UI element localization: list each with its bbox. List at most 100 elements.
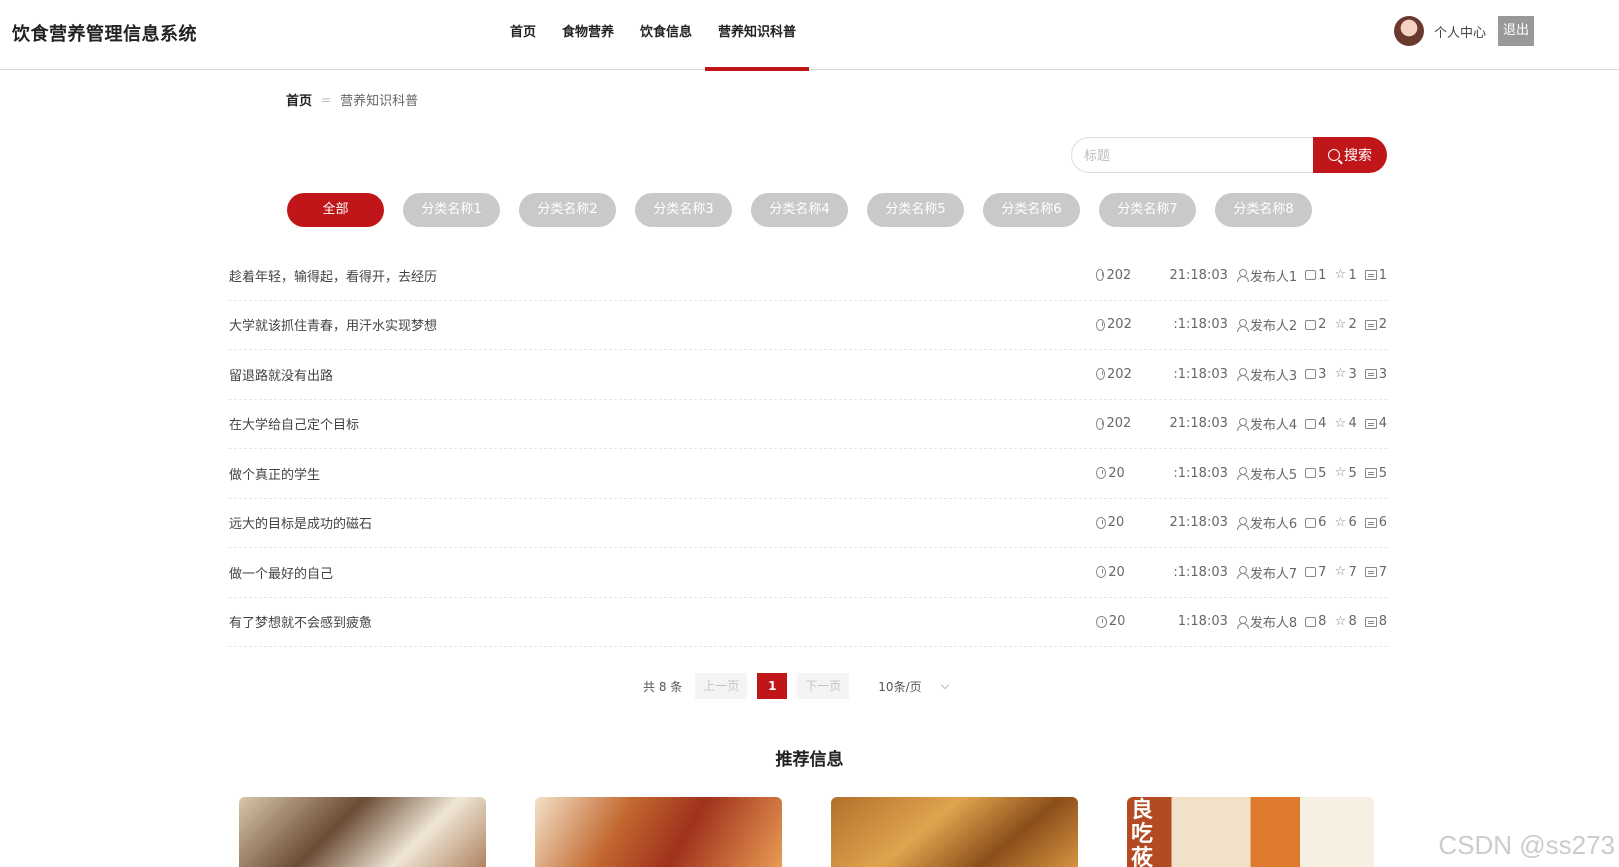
category-6[interactable]: 分类名称6: [983, 193, 1080, 227]
list-item[interactable]: 有了梦想就不会感到疲惫 20 1:18:03 发布人8 8 ☆ 8 8: [229, 598, 1387, 647]
comments: 4: [1364, 416, 1387, 431]
user-icon: [1236, 417, 1249, 431]
list-item[interactable]: 大学就该抓住青春，用汗水实现梦想 202:1:18:03 发布人2 2 ☆ 2 …: [229, 301, 1387, 350]
watermark: CSDN @ss273: [1438, 830, 1615, 860]
star-icon: ☆: [1334, 514, 1347, 530]
author: 发布人7: [1236, 563, 1297, 582]
article-title[interactable]: 大学就该抓住青春，用汗水实现梦想: [229, 315, 437, 334]
likes-count: 1: [1318, 267, 1327, 283]
category-7[interactable]: 分类名称7: [1099, 193, 1196, 227]
user-icon: [1236, 566, 1249, 580]
pagination-total: 共 8 条: [643, 679, 683, 694]
comments: 7: [1364, 564, 1387, 580]
clock-icon: [1095, 566, 1107, 579]
user-center-link[interactable]: 个人中心: [1434, 22, 1486, 41]
chevron-down-icon: [940, 680, 949, 689]
page-size-select[interactable]: 10条/页: [878, 678, 949, 695]
category-all[interactable]: 全部: [287, 193, 384, 227]
time-prefix: 20: [1107, 515, 1125, 531]
page-number[interactable]: 1: [757, 673, 788, 699]
list-item[interactable]: 做个真正的学生 20:1:18:03 发布人5 5 ☆ 5 5: [229, 449, 1387, 499]
user-icon: [1236, 516, 1249, 530]
likes: 1: [1305, 268, 1326, 283]
article-list: 趁着年轻，输得起，看得开，去经历 202 21:18:03 发布人1 1 ☆ 1 …: [229, 251, 1387, 647]
list-item[interactable]: 在大学给自己定个目标 202 21:18:03 发布人4 4 ☆ 4 4: [229, 400, 1387, 449]
thumbs-up-icon: [1305, 270, 1317, 281]
category-3[interactable]: 分类名称3: [635, 193, 732, 227]
likes: 8: [1305, 614, 1326, 629]
stars-count: 8: [1348, 614, 1357, 630]
comments-count: 8: [1378, 614, 1387, 630]
main-nav: 首页 食物营养 饮食信息 营养知识科普: [497, 0, 810, 71]
list-item[interactable]: 趁着年轻，输得起，看得开，去经历 202 21:18:03 发布人1 1 ☆ 1 …: [229, 251, 1387, 301]
redaction-mark: [1124, 466, 1174, 481]
category-5[interactable]: 分类名称5: [867, 193, 964, 227]
user-icon: [1236, 368, 1249, 382]
list-item[interactable]: 远大的目标是成功的磁石 20 21:18:03 发布人6 6 ☆ 6 6: [229, 499, 1387, 548]
redaction-mark: [1131, 367, 1174, 382]
author: 发布人1: [1236, 266, 1297, 285]
pagination: 共 8 条 上一页 1 下一页 10条/页: [643, 673, 949, 699]
search-button-label: 搜索: [1344, 148, 1372, 164]
list-item[interactable]: 做一个最好的自己 20:1:18:03 发布人7 7 ☆ 7 7: [229, 548, 1387, 598]
author: 发布人4: [1236, 414, 1297, 433]
prev-page-button[interactable]: 上一页: [695, 673, 748, 699]
comment-icon: [1364, 270, 1377, 281]
article-title[interactable]: 做一个最好的自己: [229, 563, 333, 582]
likes-count: 6: [1318, 515, 1327, 531]
nav-food-nutrition[interactable]: 食物营养: [549, 0, 627, 70]
redaction-mark: [1125, 614, 1178, 629]
stars: ☆ 3: [1334, 367, 1356, 382]
article-title[interactable]: 留退路就没有出路: [229, 365, 333, 384]
article-title[interactable]: 在大学给自己定个目标: [229, 414, 359, 433]
likes: 4: [1305, 416, 1326, 431]
recommend-card-image[interactable]: [239, 797, 486, 867]
stars-count: 5: [1348, 465, 1357, 481]
comments: 5: [1364, 466, 1387, 481]
article-meta: 20 21:18:03 发布人6 6 ☆ 6 6: [1088, 513, 1387, 532]
category-2[interactable]: 分类名称2: [519, 193, 616, 227]
article-title[interactable]: 有了梦想就不会感到疲惫: [229, 612, 372, 631]
comments: 3: [1364, 366, 1387, 382]
recommend-card-image[interactable]: 良吃莜: [1127, 797, 1374, 867]
category-4[interactable]: 分类名称4: [751, 193, 848, 227]
stars-count: 1: [1348, 267, 1357, 283]
recommend-card-image[interactable]: [535, 797, 782, 867]
time-prefix: 202: [1106, 416, 1132, 432]
logout-button[interactable]: 退出: [1498, 16, 1534, 46]
comments-count: 6: [1378, 515, 1387, 531]
article-meta: 20:1:18:03 发布人5 5 ☆ 5 5: [1088, 464, 1387, 483]
recommend-card-image[interactable]: [831, 797, 1078, 867]
author-name: 发布人7: [1249, 566, 1298, 582]
avatar[interactable]: [1393, 16, 1424, 46]
article-title[interactable]: 做个真正的学生: [229, 464, 320, 483]
search-input[interactable]: [1071, 137, 1313, 173]
comments-count: 7: [1378, 564, 1387, 580]
publish-time: 20 21:18:03: [1095, 515, 1228, 531]
star-icon: ☆: [1334, 564, 1347, 580]
search-bar: 搜索: [1071, 137, 1387, 173]
comments-count: 3: [1378, 366, 1387, 382]
comments: 1: [1364, 268, 1387, 283]
breadcrumb-current: 营养知识科普: [340, 94, 419, 109]
comments: 2: [1364, 317, 1387, 332]
category-1[interactable]: 分类名称1: [403, 193, 500, 227]
search-button[interactable]: 搜索: [1313, 137, 1387, 173]
time-suffix: 1:18:03: [1177, 614, 1228, 630]
likes: 5: [1305, 466, 1326, 481]
redaction-mark: [1131, 268, 1170, 283]
nav-diet-info[interactable]: 饮食信息: [627, 0, 705, 70]
category-8[interactable]: 分类名称8: [1215, 193, 1312, 227]
stars: ☆ 4: [1334, 416, 1356, 431]
nav-nutrition-knowledge[interactable]: 营养知识科普: [705, 0, 810, 71]
article-title[interactable]: 趁着年轻，输得起，看得开，去经历: [229, 266, 437, 285]
next-page-button[interactable]: 下一页: [797, 673, 850, 699]
list-item[interactable]: 留退路就没有出路 202:1:18:03 发布人3 3 ☆ 3 3: [229, 350, 1387, 400]
page-size-value: 10条/页: [878, 679, 922, 694]
breadcrumb-home[interactable]: 首页: [286, 90, 312, 109]
nav-home[interactable]: 首页: [497, 0, 549, 70]
time-suffix: 21:18:03: [1169, 416, 1228, 432]
article-title[interactable]: 远大的目标是成功的磁石: [229, 513, 372, 532]
time-prefix: 20: [1108, 465, 1125, 481]
stars-count: 7: [1348, 564, 1357, 580]
